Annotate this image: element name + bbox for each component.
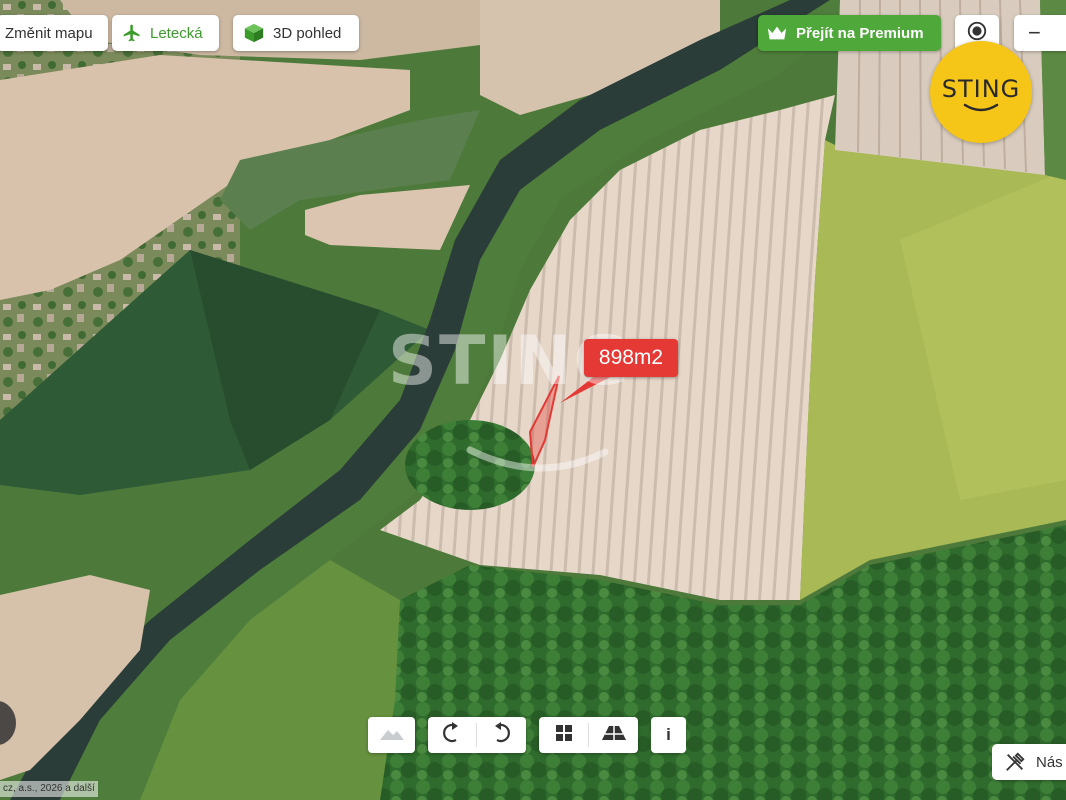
premium-label: Přejít na Premium: [796, 24, 924, 42]
premium-button[interactable]: Přejít na Premium: [758, 15, 941, 51]
sting-logo: STING: [930, 41, 1032, 143]
area-label[interactable]: 898m2: [584, 339, 678, 377]
view-3d-button[interactable]: 3D pohled: [233, 15, 359, 51]
info-icon: i: [666, 725, 671, 744]
perspective-view-button[interactable]: [589, 717, 638, 753]
aerial-button[interactable]: Letecká: [112, 15, 219, 51]
crown-icon: [766, 24, 788, 42]
cube-icon: [243, 22, 265, 44]
info-button[interactable]: i: [651, 717, 686, 753]
terrain-button[interactable]: [368, 717, 415, 753]
change-map-label: Změnit mapu: [5, 24, 93, 42]
zoom-out-button[interactable]: −: [1014, 15, 1066, 51]
rotate-controls: [428, 717, 526, 753]
grid-icon: [555, 724, 573, 747]
rotate-left-icon: [443, 721, 461, 749]
minus-icon: −: [1028, 20, 1041, 45]
logo-smile: [963, 103, 999, 112]
view-3d-label: 3D pohled: [273, 24, 342, 42]
tools-label: Nás: [1036, 753, 1063, 771]
change-map-button[interactable]: Změnit mapu: [0, 15, 108, 51]
logo-text: STING: [941, 75, 1021, 103]
perspective-icon: [601, 725, 627, 746]
copyright-text: cz, a.s., 2026 a další: [0, 781, 98, 797]
view-mode-controls: [539, 717, 638, 753]
rotate-left-button[interactable]: [428, 717, 476, 753]
rotate-right-icon: [492, 721, 510, 749]
grid-view-button[interactable]: [539, 717, 588, 753]
tools-button[interactable]: Nás: [992, 744, 1066, 780]
rotate-right-button[interactable]: [477, 717, 525, 753]
aerial-label: Letecká: [150, 24, 203, 42]
tools-icon: [1004, 751, 1026, 773]
terrain-icon: [379, 725, 405, 746]
airplane-icon: [122, 23, 142, 43]
